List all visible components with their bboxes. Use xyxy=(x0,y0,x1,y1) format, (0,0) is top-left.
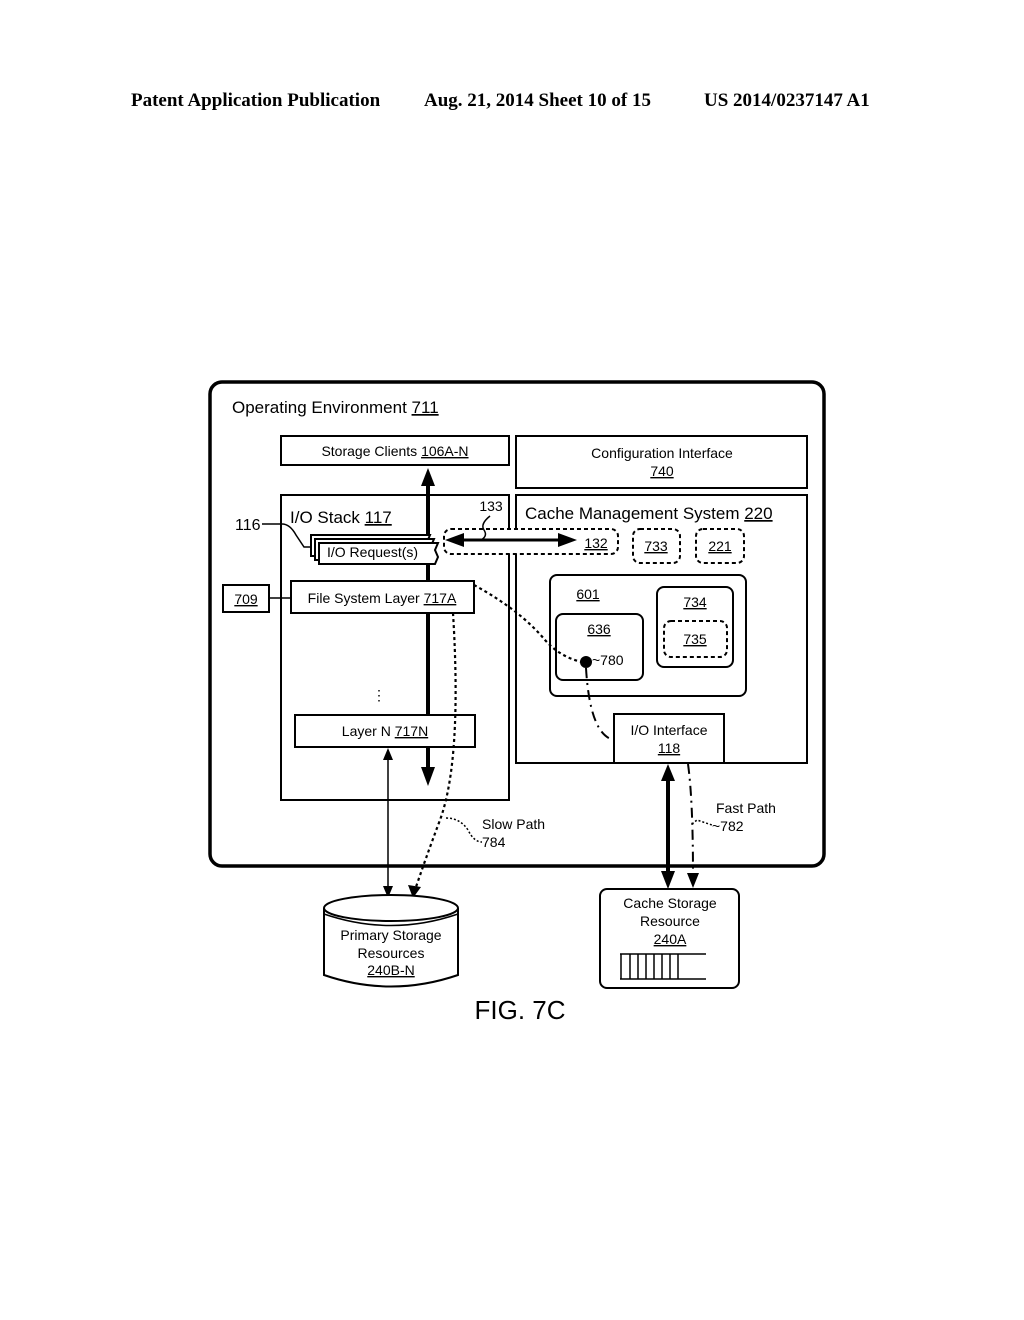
box-734-label: 734 xyxy=(683,594,707,610)
fast-path-leader xyxy=(691,819,713,826)
file-system-layer-label: File System Layer 717A xyxy=(308,590,457,606)
storage-clients-label: Storage Clients 106A-N xyxy=(321,443,468,459)
layers-ellipsis: ⋮ xyxy=(372,687,386,703)
fast-path-arrowhead xyxy=(687,873,699,888)
box-636-label: 636 xyxy=(587,621,611,637)
cache-storage-line1: Cache Storage xyxy=(623,895,717,911)
box-132-label: 132 xyxy=(584,535,608,551)
callout-133: 133 xyxy=(479,498,503,514)
callout-116: 116 xyxy=(235,517,261,534)
box-735-label: 735 xyxy=(683,631,707,647)
box-709-label: 709 xyxy=(234,591,258,607)
io-interface-ref: 118 xyxy=(658,740,681,756)
arrow-up-to-clients xyxy=(421,468,435,486)
slow-path-leader xyxy=(445,817,483,843)
slow-path-ref: 784 xyxy=(482,834,506,850)
slow-path-label: Slow Path xyxy=(482,816,545,832)
cache-storage-ref: 240A xyxy=(654,931,687,947)
operating-environment-label: Operating Environment 711 xyxy=(232,398,439,417)
point-780-label: ~780 xyxy=(592,652,624,668)
cache-management-system-label: Cache Management System 220 xyxy=(525,504,773,523)
arrow-down-cache xyxy=(661,871,675,889)
box-601-label: 601 xyxy=(576,586,600,602)
arrow-up-io-interface xyxy=(661,764,675,781)
cache-storage-line2: Resource xyxy=(640,913,700,929)
io-stack-label: I/O Stack 117 xyxy=(290,508,392,527)
io-interface-label: I/O Interface xyxy=(630,722,707,738)
configuration-interface-label: Configuration Interface xyxy=(591,445,733,461)
fast-path-line xyxy=(687,763,694,876)
fast-path-label: Fast Path xyxy=(716,800,776,816)
primary-storage-ref: 240B-N xyxy=(367,962,414,978)
io-requests-label: I/O Request(s) xyxy=(327,544,418,560)
figure-label: FIG. 7C xyxy=(474,995,565,1025)
fast-path-ref: ~782 xyxy=(712,818,744,834)
configuration-interface-box xyxy=(515,435,808,489)
primary-storage-line1: Primary Storage xyxy=(340,927,441,943)
box-221-label: 221 xyxy=(708,538,732,554)
primary-storage-line2: Resources xyxy=(358,945,425,961)
box-733-label: 733 xyxy=(644,538,668,554)
configuration-interface-ref: 740 xyxy=(650,463,674,479)
figure-diagram: Operating Environment 711 Storage Client… xyxy=(208,380,826,1025)
layer-n-label: Layer N 717N xyxy=(342,723,428,739)
